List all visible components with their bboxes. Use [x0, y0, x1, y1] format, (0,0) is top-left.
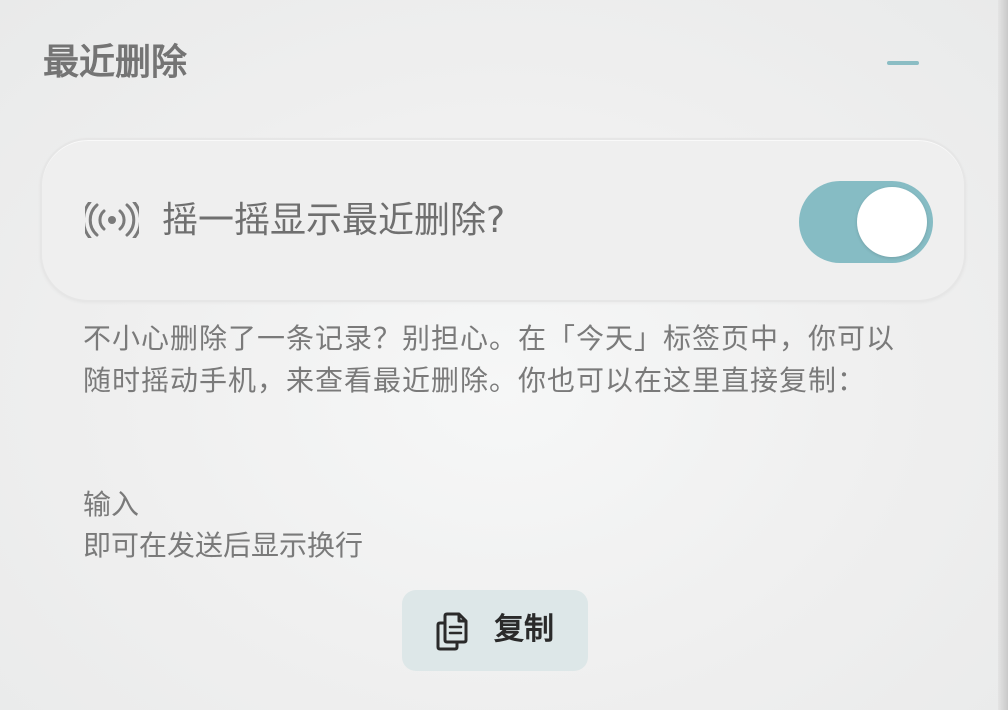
section-title: 最近删除: [43, 42, 188, 83]
scroll-edge: [998, 0, 1008, 710]
copy-icon: [436, 612, 468, 651]
copy-button[interactable]: 复制: [402, 590, 588, 671]
shake-toggle[interactable]: [799, 181, 933, 263]
signal-waves-icon: [85, 202, 139, 238]
description-text: 不小心删除了一条记录？别担心。在「今天」标签页中，你可以随时摇动手机，来查看最近…: [83, 322, 896, 397]
copy-button-label: 复制: [494, 612, 554, 647]
minus-icon: [887, 61, 919, 65]
shake-setting-label: 摇一摇显示最近删除?: [162, 200, 506, 241]
toggle-knob: [857, 187, 927, 257]
collapse-button[interactable]: [877, 48, 923, 78]
shake-setting-card: 摇一摇显示最近删除?: [40, 138, 966, 302]
preview-line: 即可在发送后显示换行: [83, 529, 364, 562]
recent-deleted-preview: 输入 即可在发送后显示换行: [83, 484, 923, 566]
section-header: 最近删除: [43, 38, 923, 88]
preview-line: 输入: [83, 488, 140, 521]
